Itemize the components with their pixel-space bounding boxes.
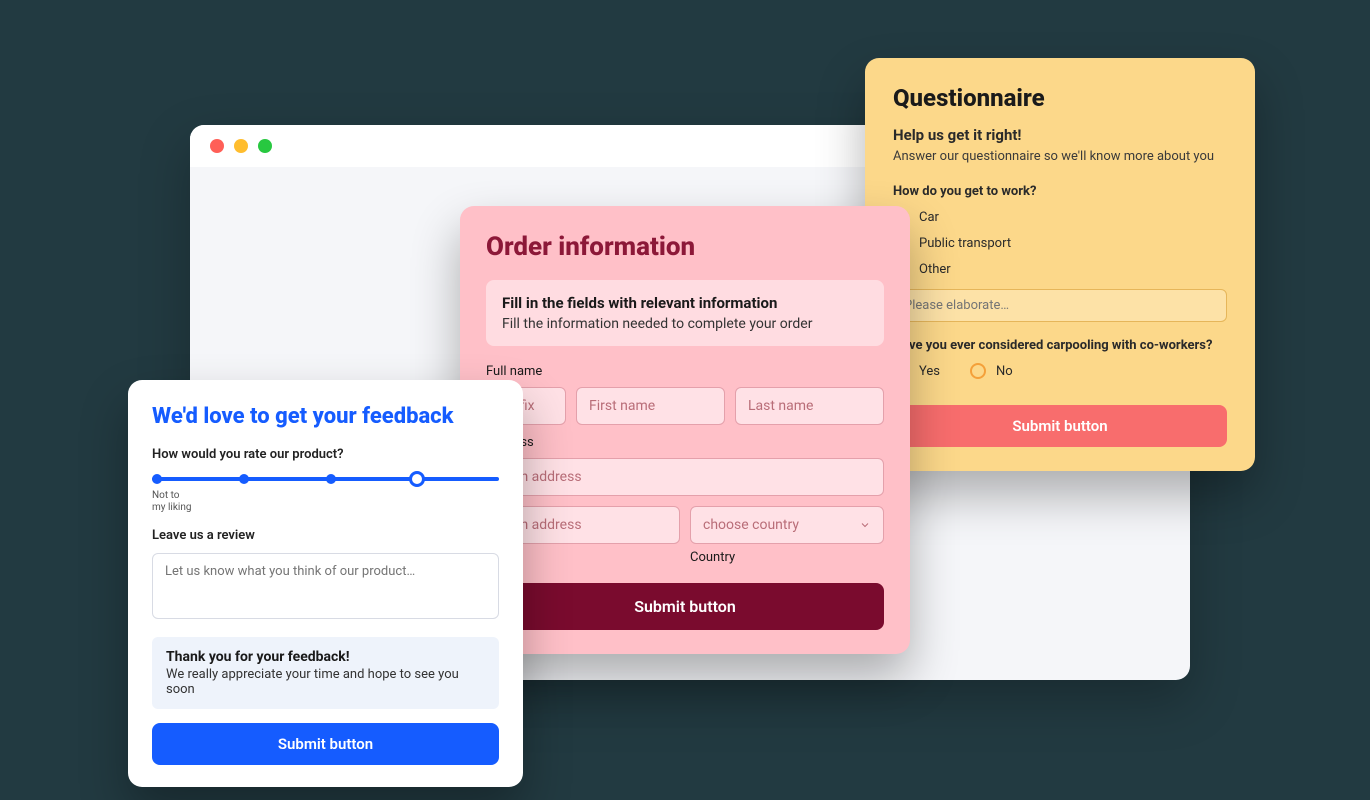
questionnaire-title: Questionnaire (893, 84, 1227, 112)
firstname-input[interactable] (576, 387, 725, 425)
order-submit-button[interactable]: Submit button (486, 583, 884, 630)
q1-label: How do you get to work? (893, 184, 1227, 199)
window-close-icon[interactable] (210, 139, 224, 153)
rating-slider[interactable] (152, 472, 499, 486)
q2-label: Have you ever considered carpooling with… (893, 338, 1227, 353)
radio-label: Public transport (919, 236, 1011, 251)
review-textarea[interactable] (152, 553, 499, 619)
country-select[interactable]: choose country (690, 506, 884, 544)
q1-option-car[interactable]: Car (893, 209, 1227, 225)
feedback-title: We'd love to get your feedback (152, 404, 499, 429)
slider-tick (152, 474, 162, 484)
review-label: Leave us a review (152, 528, 499, 543)
order-intro-sub: Fill the information needed to complete … (502, 316, 868, 332)
order-intro: Fill in the fields with relevant informa… (486, 280, 884, 346)
radio-label: Other (919, 262, 951, 277)
radio-icon (970, 363, 986, 379)
q2-option-no[interactable]: No (970, 363, 1013, 379)
fullname-label: Full name (486, 364, 884, 379)
chevron-down-icon (859, 519, 871, 531)
questionnaire-submit-button[interactable]: Submit button (893, 405, 1227, 447)
lastname-input[interactable] (735, 387, 884, 425)
country-label: Country (690, 550, 884, 565)
q1-option-public[interactable]: Public transport (893, 235, 1227, 251)
rate-label: How would you rate our product? (152, 447, 499, 462)
feedback-submit-button[interactable]: Submit button (152, 723, 499, 765)
address-input[interactable] (486, 458, 884, 496)
radio-label: Car (919, 210, 939, 225)
slider-thumb[interactable] (409, 471, 425, 487)
window-minimize-icon[interactable] (234, 139, 248, 153)
order-intro-title: Fill in the fields with relevant informa… (502, 294, 868, 312)
radio-label: Yes (919, 364, 940, 379)
thanks-sub: We really appreciate your time and hope … (166, 667, 485, 697)
questionnaire-subtitle: Help us get it right! (893, 126, 1227, 144)
slider-min-label: Not to my liking (152, 490, 499, 514)
elaborate-input[interactable] (893, 289, 1227, 322)
thanks-title: Thank you for your feedback! (166, 649, 485, 665)
address-label: Address (486, 435, 884, 450)
questionnaire-description: Answer our questionnaire so we'll know m… (893, 149, 1227, 164)
radio-label: No (996, 364, 1013, 379)
questionnaire-card: Questionnaire Help us get it right! Answ… (865, 58, 1255, 471)
order-card: Order information Fill in the fields wit… (460, 206, 910, 654)
slider-tick (239, 474, 249, 484)
feedback-card: We'd love to get your feedback How would… (128, 380, 523, 787)
thanks-box: Thank you for your feedback! We really a… (152, 637, 499, 709)
q1-option-other[interactable]: Other (893, 261, 1227, 277)
window-zoom-icon[interactable] (258, 139, 272, 153)
slider-tick (326, 474, 336, 484)
order-title: Order information (486, 232, 884, 262)
country-placeholder: choose country (703, 517, 799, 533)
